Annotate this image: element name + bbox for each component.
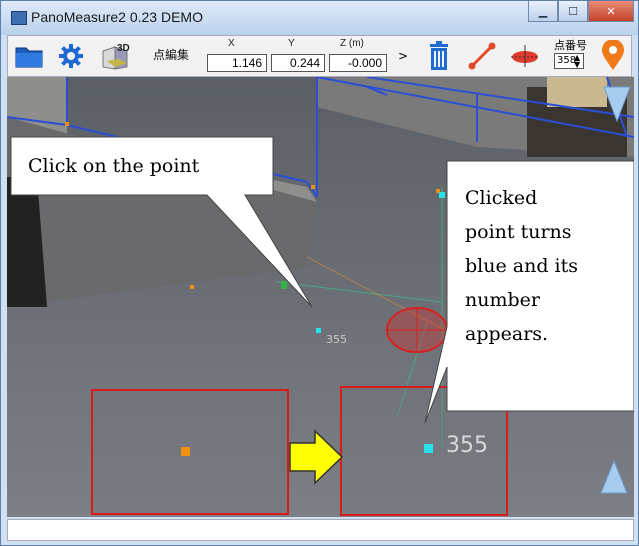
green-marker (281, 281, 287, 289)
point-number-label: 点番号 (554, 39, 587, 52)
settings-button[interactable] (54, 40, 88, 72)
edit-points-button[interactable]: 点編集 (153, 46, 189, 63)
location-pin-icon (602, 40, 624, 70)
svg-text:3D: 3D (117, 43, 130, 54)
minimize-button[interactable]: ▁ (528, 1, 558, 22)
window-controls: ▁ ☐ ✕ (528, 1, 634, 23)
x-header: X (228, 38, 235, 49)
open-file-button[interactable] (12, 40, 46, 72)
red-disk-icon (511, 45, 539, 67)
view-3d-button[interactable]: 3D (98, 40, 134, 72)
z-header: Z (m) (340, 38, 364, 49)
guide-point[interactable] (439, 192, 445, 198)
title-bar[interactable]: PanoMeasure2 0.23 DEMO ▁ ☐ ✕ (1, 1, 638, 35)
gear-icon (59, 44, 83, 68)
maximize-button[interactable]: ☐ (558, 1, 588, 22)
y-coordinate-field[interactable]: 0.244 (271, 54, 325, 72)
right-callout-text: Clicked point turns blue and its number … (447, 161, 633, 411)
trash-icon (430, 41, 448, 70)
point-label-small: 355 (326, 333, 347, 346)
left-callout-text: Click on the point (28, 155, 200, 177)
callout-line: Clicked (465, 187, 538, 209)
3d-cube-icon: 3D (102, 43, 130, 70)
y-header: Y (288, 38, 295, 49)
before-point (181, 447, 190, 456)
z-coordinate-field[interactable]: -0.000 (329, 54, 387, 72)
measure-line-button[interactable] (466, 40, 498, 72)
window-title: PanoMeasure2 0.23 DEMO (31, 9, 203, 25)
callout-line: blue and its (465, 255, 578, 277)
callout-line: point turns (465, 221, 572, 243)
location-button[interactable] (598, 40, 628, 72)
selected-point[interactable] (316, 328, 321, 333)
floor-point[interactable] (311, 185, 315, 189)
next-button[interactable]: > (395, 46, 411, 66)
toolbar: 3D 点編集 X Y Z (m) 1.146 0.244 -0.000 > 点番… (7, 35, 632, 77)
x-coordinate-field[interactable]: 1.146 (207, 54, 267, 72)
after-point (424, 444, 433, 453)
folder-icon (15, 47, 43, 68)
point-label-large: 355 (446, 433, 488, 458)
app-icon (11, 11, 27, 25)
floor-point[interactable] (65, 122, 69, 126)
delete-button[interactable] (424, 40, 454, 72)
point-number-spinner[interactable]: ▲ ▼ (574, 54, 580, 69)
app-window: PanoMeasure2 0.23 DEMO ▁ ☐ ✕ 3D 点編集 X Y … (0, 0, 639, 546)
status-bar (7, 519, 634, 541)
callout-line: appears. (465, 323, 549, 345)
plane-tool-button[interactable] (508, 40, 542, 72)
line-measure-icon (468, 42, 496, 70)
callout-line: number (465, 289, 540, 311)
floor-point[interactable] (190, 285, 194, 289)
close-button[interactable]: ✕ (588, 1, 634, 22)
